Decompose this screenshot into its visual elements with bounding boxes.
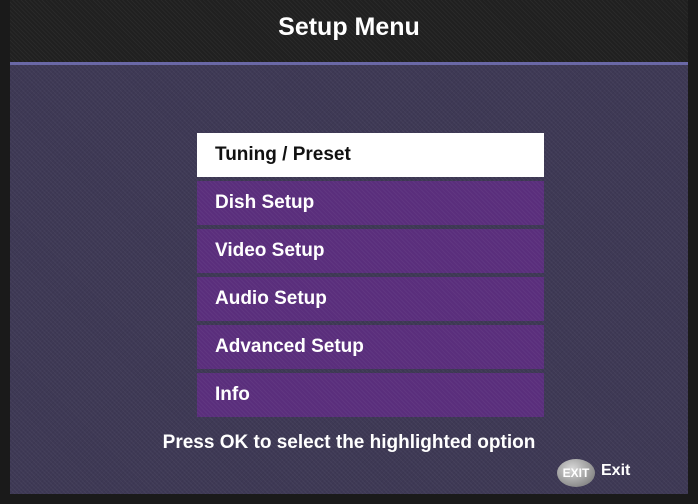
setup-menu-screen: Setup Menu Tuning / Preset Dish Setup Vi…: [0, 0, 698, 504]
menu-item-dish-setup[interactable]: Dish Setup: [197, 181, 544, 225]
menu-item-label: Dish Setup: [215, 192, 315, 213]
menu-item-tuning-preset[interactable]: Tuning / Preset: [197, 133, 544, 177]
exit-button[interactable]: EXIT Exit: [557, 459, 630, 487]
instruction-hint: Press OK to select the highlighted optio…: [162, 432, 536, 453]
exit-icon: EXIT: [557, 459, 595, 487]
menu-item-label: Audio Setup: [215, 288, 327, 309]
menu-item-label: Tuning / Preset: [215, 144, 351, 165]
menu-item-audio-setup[interactable]: Audio Setup: [197, 277, 544, 321]
menu-item-video-setup[interactable]: Video Setup: [197, 229, 544, 273]
title-bar: Setup Menu: [10, 0, 688, 65]
menu-item-label: Advanced Setup: [215, 336, 364, 357]
menu-item-label: Info: [215, 384, 250, 405]
menu-item-advanced-setup[interactable]: Advanced Setup: [197, 325, 544, 369]
exit-label: Exit: [601, 462, 631, 479]
menu-item-info[interactable]: Info: [197, 373, 544, 417]
page-title: Setup Menu: [278, 12, 420, 41]
menu-item-label: Video Setup: [215, 240, 325, 261]
setup-menu-list: Tuning / Preset Dish Setup Video Setup A…: [197, 133, 544, 421]
